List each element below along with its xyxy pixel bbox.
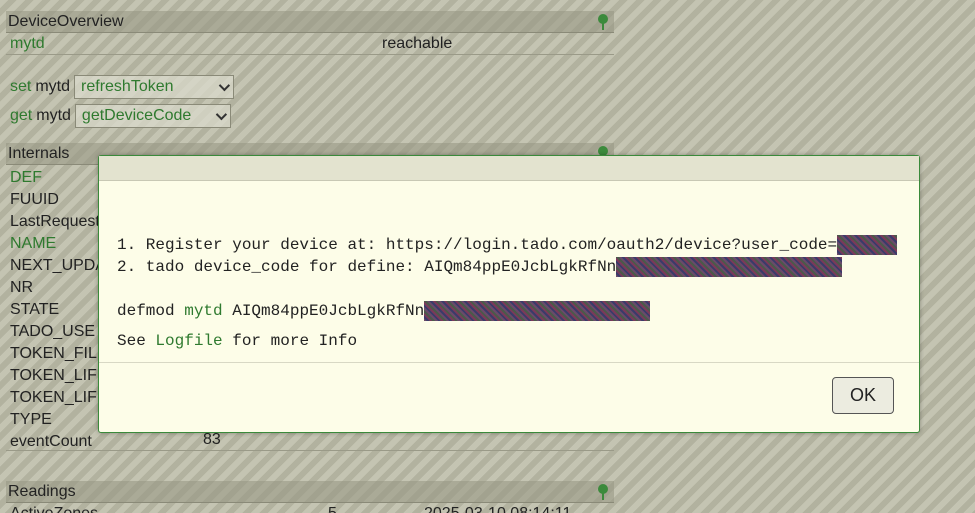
redacted-user-code [837, 234, 898, 255]
internal-item: STATE [10, 301, 60, 318]
internals-divider [6, 450, 614, 451]
internal-item: TOKEN_LIF [10, 367, 97, 384]
logfile-link[interactable]: Logfile [155, 332, 222, 350]
internal-item: TOKEN_LIF [10, 389, 97, 406]
get-device-label: mytd [36, 107, 71, 124]
device-link[interactable]: mytd [10, 33, 45, 55]
set-select-value: refreshToken [81, 78, 174, 95]
device-overview: DeviceOverview mytd reachable [6, 11, 614, 55]
redacted-device-code [616, 256, 843, 277]
internal-item: TYPE [10, 411, 52, 428]
internal-item[interactable]: NAME [10, 233, 106, 255]
reading-time: 2025-03-10 08:14:11 [424, 503, 571, 513]
set-device-label: mytd [35, 78, 71, 95]
reading-value: 5 [328, 503, 337, 513]
device-status: reachable [382, 35, 453, 52]
device-code-dialog: 1. Register your device at: https://logi… [98, 155, 920, 433]
get-select-value: getDeviceCode [81, 107, 192, 124]
chevron-down-icon [215, 108, 227, 121]
readings-section: Readings ActiveZones 5 2025-03-10 08:14:… [6, 481, 614, 513]
reading-row: ActiveZones 5 2025-03-10 08:14:11 [6, 503, 614, 513]
get-button[interactable]: get [10, 107, 32, 125]
readings-header: Readings [6, 481, 614, 503]
dialog-titlebar[interactable] [99, 156, 919, 181]
more-info-text: for more Info [222, 332, 358, 350]
internal-item[interactable]: DEF [10, 167, 106, 189]
set-button[interactable]: set [10, 78, 31, 96]
defmod-device-link[interactable]: mytd [184, 302, 222, 320]
internal-item: TOKEN_FIL [10, 345, 97, 362]
defmod-code: AIQm84ppE0JcbLgkRfNn [222, 302, 425, 320]
see-text: See [117, 332, 156, 350]
device-overview-header: DeviceOverview [6, 11, 614, 33]
register-text: 1. Register your device at: https://logi… [117, 236, 838, 254]
chevron-down-icon [218, 79, 231, 92]
internals-title: Internals [8, 145, 70, 162]
set-command: set mytd refreshToken [10, 75, 235, 99]
register-line: 1. Register your device at: https://logi… [117, 234, 919, 256]
get-select[interactable]: getDeviceCode [74, 104, 231, 128]
internals-list: DEF FUUID LastRequest NAME NEXT_UPDA NR … [10, 167, 106, 453]
dialog-content: 1. Register your device at: https://logi… [99, 181, 919, 352]
ok-button[interactable]: OK [832, 377, 894, 414]
get-command: get mytd getDeviceCode [10, 104, 231, 128]
pin-icon[interactable] [598, 14, 608, 30]
pin-icon[interactable] [598, 484, 608, 500]
defmod-line: defmod mytd AIQm84ppE0JcbLgkRfNn [117, 300, 919, 322]
dialog-footer [99, 362, 919, 363]
internal-item: FUUID [10, 191, 59, 208]
reading-name: ActiveZones [10, 503, 98, 513]
set-select[interactable]: refreshToken [74, 75, 235, 99]
readings-title: Readings [8, 483, 76, 500]
internal-item: NEXT_UPDA [10, 257, 107, 274]
defmod-keyword: defmod [117, 302, 185, 320]
device-row: mytd reachable [6, 33, 614, 55]
device-overview-title: DeviceOverview [8, 13, 124, 30]
logfile-line: See Logfile for more Info [117, 330, 919, 352]
device-code-line: 2. tado device_code for define: AIQm84pp… [117, 256, 919, 278]
redacted-defmod-code [424, 300, 651, 321]
internal-item: LastRequest [10, 213, 100, 230]
device-code-text: 2. tado device_code for define: AIQm84pp… [117, 258, 617, 276]
internal-item: NR [10, 279, 34, 296]
internal-item: TADO_USE [10, 323, 96, 340]
